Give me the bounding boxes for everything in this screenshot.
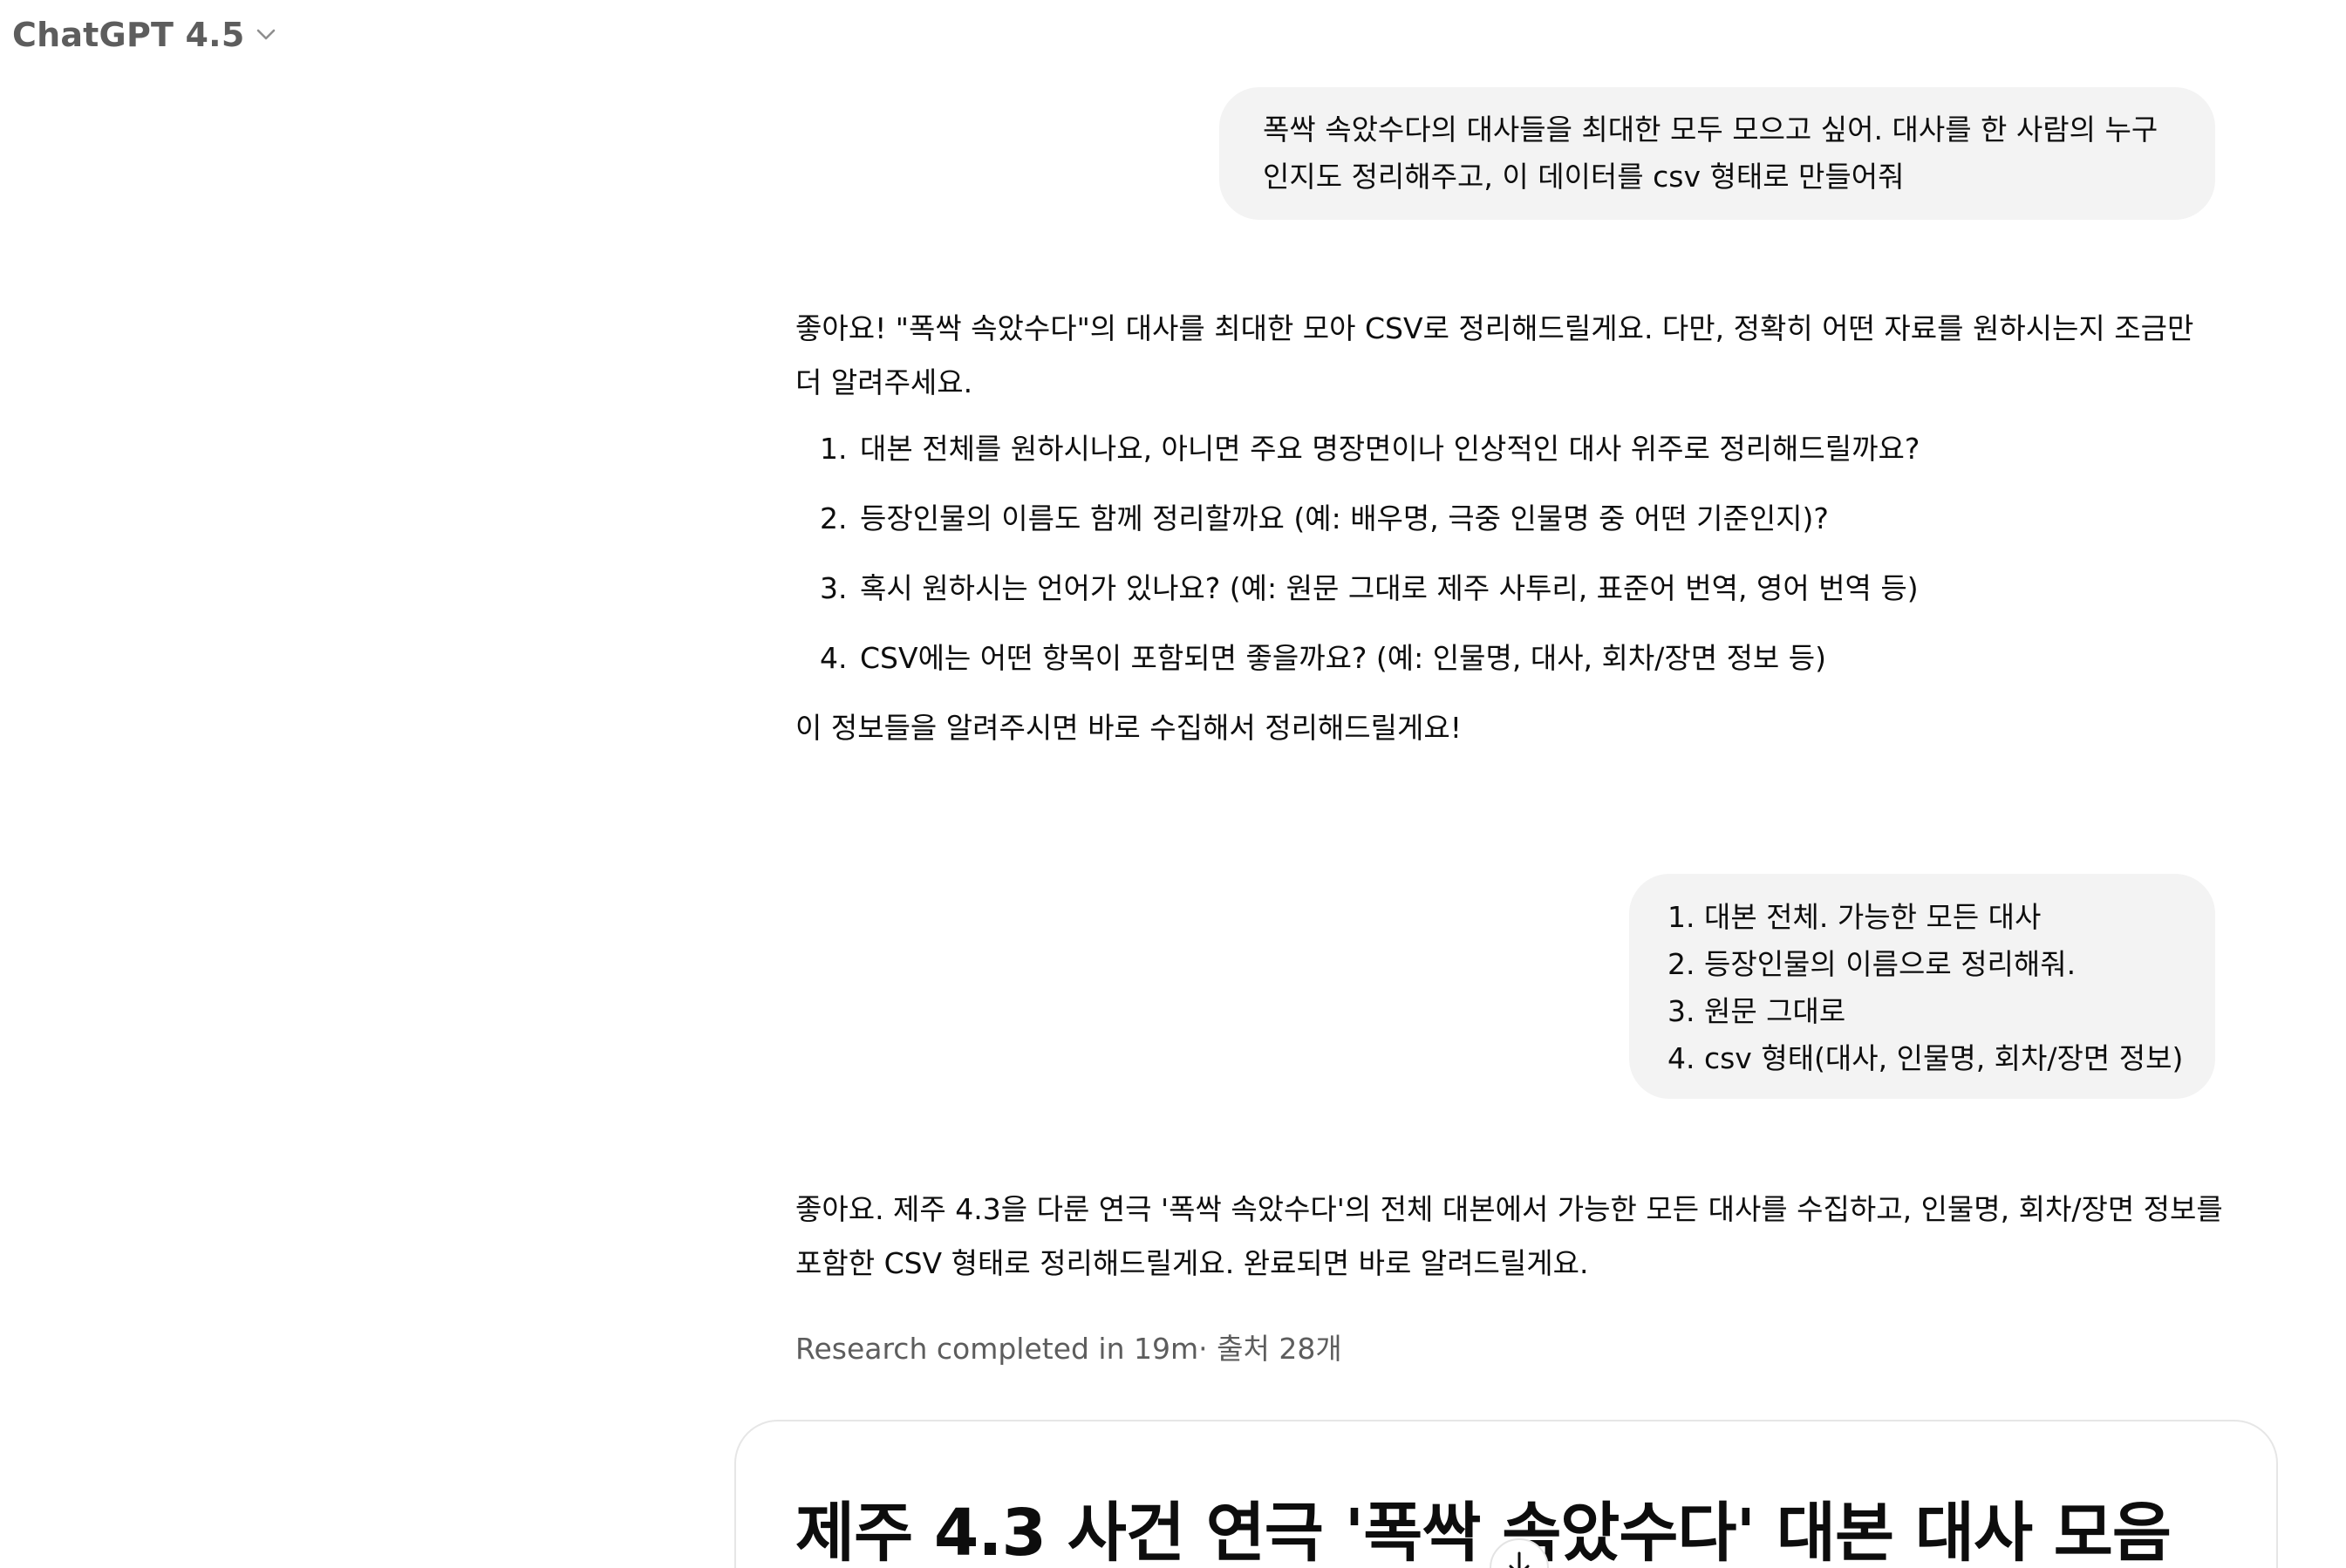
assistant-closing: 이 정보들을 알려주시면 바로 수집해서 정리해드릴게요! [795, 711, 1462, 745]
model-label: ChatGPT 4.5 [12, 16, 245, 54]
question-item: 대본 전체를 원하시나요, 아니면 주요 명장면이나 인상적인 대사 위주로 정… [856, 422, 2226, 476]
research-status[interactable]: Research completed in 19m· 출처 28개 [795, 1326, 1342, 1367]
question-item: CSV에는 어떤 항목이 포함되면 좋을까요? (예: 인물명, 대사, 회차/… [856, 631, 2226, 685]
chat-window: ChatGPT 4.5 폭싹 속았수다의 대사들을 최대한 모두 모으고 싶어.… [0, 0, 2346, 1568]
user-message-line: 폭싹 속았수다의 대사들을 최대한 모두 모으고 싶어. 대사를 한 사람의 누… [1263, 112, 2158, 147]
assistant-intro: 좋아요! "폭싹 속았수다"의 대사를 최대한 모아 CSV로 정리해드릴게요.… [795, 311, 2194, 399]
question-item: 혹시 원하시는 언어가 있나요? (예: 원문 그대로 제주 사투리, 표준어 … [856, 562, 2226, 616]
report-title: 제주 4.3 사건 연극 '폭싹 속았수다' 대본 대사 모음 [795, 1496, 2172, 1568]
question-item: 등장인물의 이름도 함께 정리할까요 (예: 배우명, 극중 인물명 중 어떤 … [856, 492, 2226, 546]
user-message-line: 인지도 정리해주고, 이 데이터를 csv 형태로 만들어줘 [1263, 160, 1905, 194]
user-message-1: 폭싹 속았수다의 대사들을 최대한 모두 모으고 싶어. 대사를 한 사람의 누… [1219, 87, 2215, 220]
assistant-message-1: 좋아요! "폭싹 속았수다"의 대사를 최대한 모아 CSV로 정리해드릴게요.… [795, 302, 2226, 755]
question-list: 대본 전체를 원하시나요, 아니면 주요 명장면이나 인상적인 대사 위주로 정… [795, 422, 2226, 685]
model-selector[interactable]: ChatGPT 4.5 [12, 16, 276, 54]
assistant-text: 좋아요. 제주 4.3을 다룬 연극 '폭싹 속았수다'의 전체 대본에서 가능… [795, 1192, 2223, 1280]
arrow-down-icon [1506, 1551, 1532, 1568]
chevron-down-icon [256, 29, 276, 41]
user-message-2: 1. 대본 전체. 가능한 모든 대사 2. 등장인물의 이름으로 정리해줘. … [1629, 874, 2215, 1099]
assistant-message-2: 좋아요. 제주 4.3을 다룬 연극 '폭싹 속았수다'의 전체 대본에서 가능… [795, 1183, 2226, 1291]
user-message-line: 3. 원문 그대로 [1667, 994, 1846, 1028]
user-message-line: 1. 대본 전체. 가능한 모든 대사 [1667, 900, 2042, 934]
user-message-line: 4. csv 형태(대사, 인물명, 회차/장면 정보) [1667, 1041, 2184, 1075]
user-message-line: 2. 등장인물의 이름으로 정리해줘. [1667, 947, 2077, 981]
